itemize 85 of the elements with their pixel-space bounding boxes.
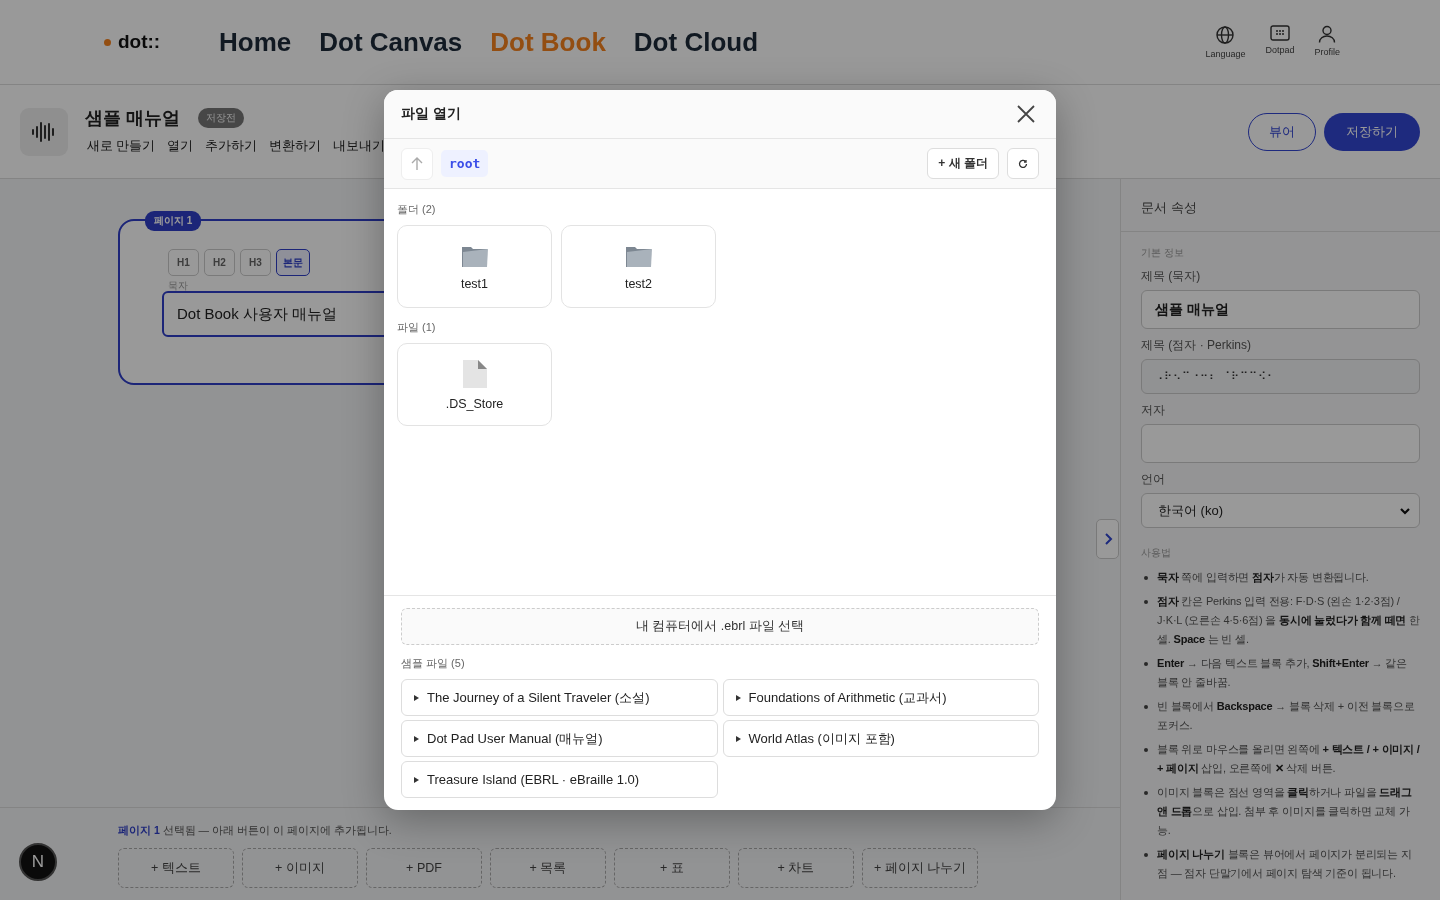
sample-file-button[interactable]: Dot Pad User Manual (매뉴얼) — [401, 720, 718, 757]
block-type-button[interactable]: 본문 — [276, 249, 310, 276]
dot-pad-icon — [1269, 25, 1290, 41]
usage-tip: 묵자 쪽에 입력하면 점자가 자동 변환됩니다. — [1157, 570, 1369, 585]
usage-tip: 페이지 나누기 블록은 뷰어에서 페이지가 분리되는 지점 — 점자 단말기에서 페이지 탐색 기준이 됩니다. — [1157, 847, 1413, 881]
field-label: 묵자 — [168, 279, 188, 293]
nav-link[interactable]: Dot Cloud — [633, 26, 759, 58]
add-block-button[interactable]: + 차트 — [738, 848, 854, 888]
panel-title: 문서 속성 — [1121, 179, 1440, 232]
input-field[interactable] — [1141, 424, 1420, 463]
bullet-icon — [1144, 600, 1148, 604]
new-folder-button[interactable]: + 새 폴더 — [927, 148, 999, 179]
add-block-button[interactable]: + PDF — [366, 848, 482, 888]
sample-file-button[interactable]: Foundations of Arithmetic (교과서) — [722, 679, 1039, 716]
usage-tip: Enter → 다음 텍스트 블록 추가, Shift+Enter → 같은 블록 안 줄바꿈. — [1157, 656, 1409, 690]
usage-tip: 점자 칸은 Perkins 입력 전용: F·D·S (왼손 1·2·3점) / J·K·L (오른손 4·5·6점) 을 동시에 눌렀다가 함께 떼면 한 셀. Space 는 빈 셀. — [1157, 594, 1420, 647]
triangle-icon — [414, 776, 419, 783]
sample-file-button[interactable]: The Journey of a Silent Traveler (소설) — [401, 679, 718, 716]
save-button[interactable]: 저장하기 — [1324, 112, 1420, 151]
bullet-icon — [1144, 705, 1148, 709]
input-field[interactable]: 샘플 매뉴얼 — [1141, 290, 1420, 329]
triangle-icon — [414, 694, 419, 701]
field-label: 저자 — [1141, 402, 1166, 419]
add-block-button[interactable]: + 표 — [614, 848, 730, 888]
waveform-icon — [20, 107, 68, 156]
refresh-button[interactable] — [1007, 148, 1039, 179]
add-block-button[interactable]: + 페이지 나누기 — [862, 848, 978, 888]
block-type-button[interactable]: H2 — [204, 249, 235, 276]
triangle-icon — [735, 735, 741, 742]
nav-link[interactable]: Dot Canvas — [319, 26, 463, 58]
triangle-icon — [735, 694, 741, 701]
sample-file-button[interactable]: World Atlas (이미지 포함) — [722, 720, 1039, 757]
viewer-button[interactable]: 뷰어 — [1248, 112, 1316, 151]
usage-tip: 빈 블록에서 Backspace → 블록 삭제 + 이전 블록으로 포커스. — [1157, 699, 1416, 733]
document-icon — [461, 358, 488, 389]
bullet-icon — [1144, 853, 1148, 857]
field-label: 언어 — [1141, 471, 1166, 488]
bullet-icon — [1144, 791, 1148, 795]
section-label: 폴더 (2) — [397, 202, 437, 217]
field-label: 제목 (점자 · Perkins) — [1141, 337, 1252, 354]
section-label: 샘플 파일 (5) — [401, 656, 466, 671]
usage-tip: 블록 위로 마우스를 올리면 왼쪽에 + 텍스트 / + 이미지 / + 페이지 삽입, 오른쪽에 ✕ 삭제 버튼. — [1157, 742, 1420, 776]
panel-toggle-button[interactable] — [1096, 519, 1119, 559]
menu-item[interactable]: 추가하기 — [202, 136, 261, 157]
braille-field[interactable]: ⠠⠗⠢⠉⠐⠒⠆ ⠈⠗⠉⠉⠪⠂ — [1141, 359, 1420, 394]
add-block-button[interactable]: + 목록 — [490, 848, 606, 888]
refresh-icon — [1018, 158, 1028, 169]
dialog-title: 파일 열기 — [401, 105, 461, 123]
nav-link[interactable]: Home — [219, 26, 292, 58]
add-block-button[interactable]: + 이미지 — [242, 848, 358, 888]
field-label: 제목 (묵자) — [1141, 268, 1202, 285]
menu-item[interactable]: 변환하기 — [266, 136, 325, 157]
path-crumb[interactable]: root — [441, 150, 489, 177]
file-tile[interactable]: .DS_Store — [397, 343, 552, 426]
logo[interactable]: dot:: — [118, 31, 161, 53]
arrow-up-icon — [411, 156, 423, 171]
page-badge: 페이지 1 — [145, 211, 202, 231]
header-action-button[interactable]: Dotpad — [1265, 25, 1295, 59]
logo-dot-icon — [104, 38, 111, 46]
usage-tip: 이미지 블록은 점선 영역을 클릭하거나 파일을 드래그 앤 드롭으로 삽입. 첨부 후 이미지를 클릭하면 교체 가능. — [1157, 785, 1413, 838]
menu-item[interactable]: 새로 만들기 — [84, 136, 159, 157]
choose-local-file-button[interactable]: 내 컴퓨터에서 .ebrl 파일 선택 — [401, 608, 1039, 645]
language-select[interactable]: 한국어 (ko) — [1141, 493, 1420, 528]
document-title: 샘플 매뉴얼 — [85, 107, 180, 130]
header-action-button[interactable]: Language — [1205, 25, 1246, 59]
bullet-icon — [1144, 576, 1148, 580]
header-action-button[interactable]: Profile — [1314, 25, 1340, 59]
block-type-button[interactable]: H1 — [168, 249, 199, 276]
person-icon — [1318, 25, 1337, 43]
bullet-icon — [1144, 748, 1148, 752]
status-badge: 저장전 — [198, 108, 244, 128]
bullet-icon — [1144, 662, 1148, 666]
block-type-button[interactable]: H3 — [240, 249, 271, 276]
sample-file-button[interactable]: Treasure Island (EBRL · eBraille 1.0) — [401, 761, 718, 798]
folder-tile[interactable]: test2 — [561, 225, 716, 308]
menu-item[interactable]: 내보내기 — [330, 136, 389, 157]
section-label: 파일 (1) — [397, 320, 437, 335]
selection-note: 페이지 1 선택됨 — 아래 버튼이 이 페이지에 추가됩니다. — [118, 824, 392, 836]
menu-item[interactable]: 열기 — [164, 136, 197, 157]
chevron-down-icon — [1399, 506, 1411, 515]
folder-tile[interactable]: test1 — [397, 225, 552, 308]
chevron-right-icon — [1102, 532, 1113, 546]
globe-icon — [1215, 25, 1236, 45]
add-block-button[interactable]: + 텍스트 — [118, 848, 234, 888]
triangle-icon — [414, 735, 419, 742]
